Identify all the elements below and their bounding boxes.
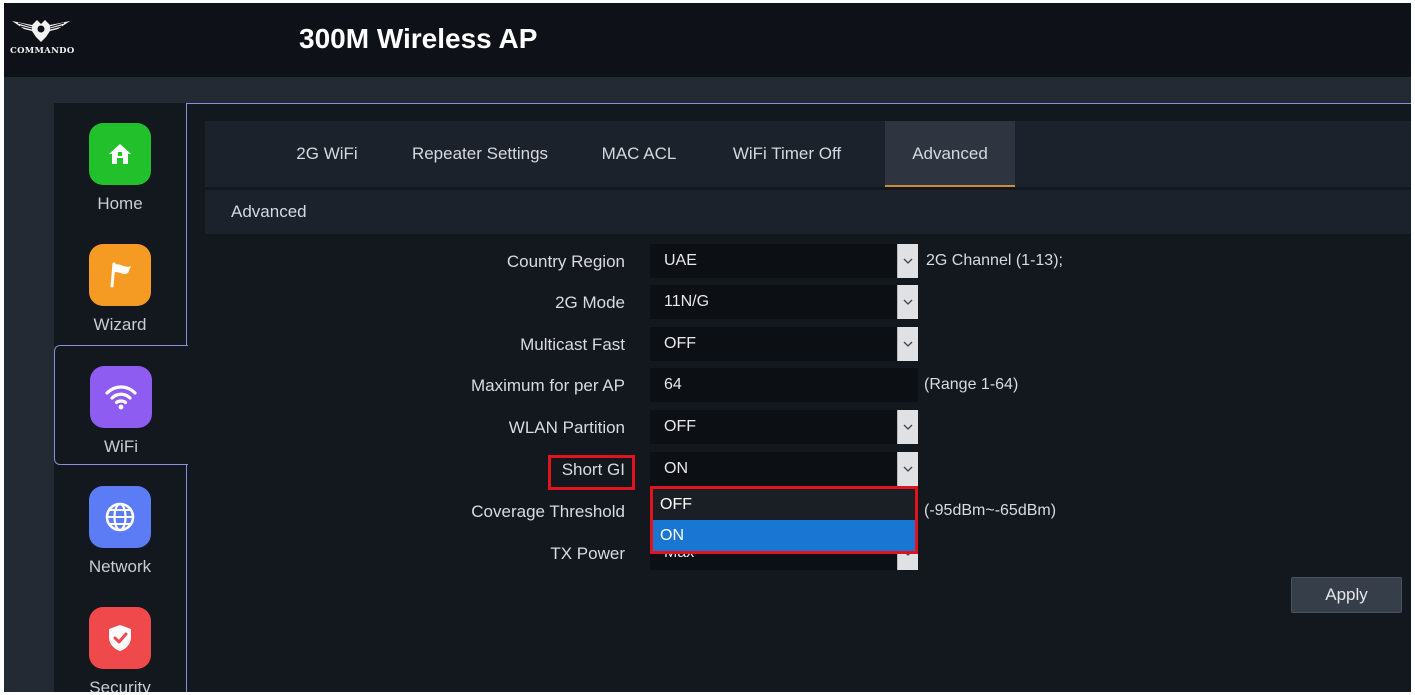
sidebar-item-home[interactable]: Home [54,103,187,223]
option-off[interactable]: OFF [653,489,915,520]
sidebar-item-security[interactable]: Security [54,587,187,692]
tab-mac-acl[interactable]: MAC ACL [589,121,689,187]
home-icon [89,123,151,185]
option-on[interactable]: ON [653,520,915,551]
multicast-fast-select[interactable]: OFF [650,327,897,361]
max-per-ap-input[interactable]: 64 [650,368,918,402]
eagle-icon [12,20,70,42]
tab-repeater-settings[interactable]: Repeater Settings [401,121,559,187]
short-gi-select[interactable]: ON [650,452,897,486]
tab-2g-wifi[interactable]: 2G WiFi [281,121,373,187]
chevron-down-icon[interactable] [897,452,918,486]
country-region-label: Country Region [506,252,625,271]
brand-logo: COMMANDO [10,15,75,61]
section-title: Advanced [231,202,307,221]
main-panel: 2G WiFi Repeater Settings MAC ACL WiFi T… [186,103,1411,692]
sidebar-item-network[interactable]: Network [54,466,187,586]
sidebar-item-label: WiFi [104,437,138,456]
chevron-down-icon[interactable] [897,327,918,361]
short-gi-dropdown: OFF ON [650,486,918,554]
sidebar-item-label: Home [97,194,143,213]
sidebar-item-wifi[interactable]: WiFi [54,345,188,465]
tab-bar: 2G WiFi Repeater Settings MAC ACL WiFi T… [205,121,1411,187]
max-per-ap-label: Maximum for per AP [471,376,625,395]
section-header: Advanced [205,190,1411,234]
app-title: 300M Wireless AP [299,23,538,54]
wlan-partition-select[interactable]: OFF [650,410,897,444]
2g-mode-select[interactable]: 11N/G [650,285,897,319]
sidebar-item-wizard[interactable]: Wizard [54,224,187,344]
short-gi-highlight [548,455,635,490]
header-bar: COMMANDO 300M Wireless AP [4,3,1411,77]
tx-power-label: TX Power [550,544,625,563]
multicast-fast-label: Multicast Fast [520,335,625,354]
country-region-select[interactable]: UAE [650,244,897,278]
2g-mode-label: 2G Mode [555,293,625,312]
shield-icon [89,607,151,669]
chevron-down-icon[interactable] [897,244,918,278]
wlan-partition-label: WLAN Partition [508,418,625,437]
flag-icon [89,244,151,306]
sidebar-item-label: Network [88,557,152,576]
range-hint: (Range 1-64) [924,376,1019,393]
coverage-threshold-label: Coverage Threshold [471,502,625,521]
chevron-down-icon[interactable] [897,285,918,319]
apply-button[interactable]: Apply [1291,577,1402,613]
tab-wifi-timer-off[interactable]: WiFi Timer Off [717,121,857,187]
channel-hint: 2G Channel (1-13); [926,252,1063,269]
sidebar: Home Wizard WiFi Network Security [54,103,188,692]
sidebar-item-label: Security [89,678,151,692]
app-window: COMMANDO 300M Wireless AP Home Wizard Wi… [4,3,1411,692]
chevron-down-icon[interactable] [897,410,918,444]
logo-text: COMMANDO [10,46,75,56]
globe-icon [89,486,151,548]
tab-advanced[interactable]: Advanced [885,121,1015,187]
wifi-icon [90,366,152,428]
dbm-range-hint: (-95dBm~-65dBm) [924,502,1057,519]
sidebar-item-label: Wizard [93,315,147,334]
